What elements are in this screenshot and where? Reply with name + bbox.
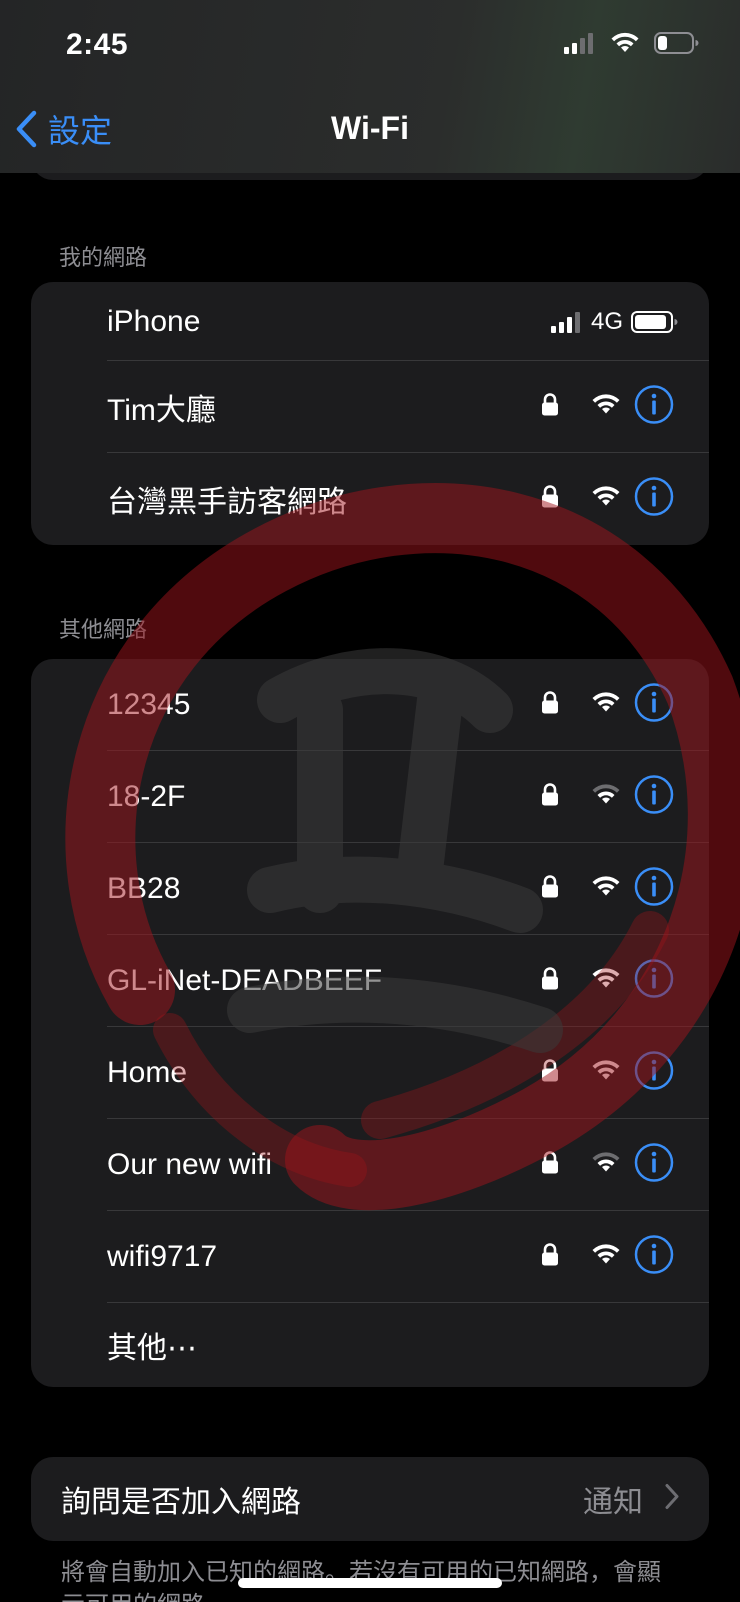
- info-icon[interactable]: [634, 1143, 674, 1188]
- info-icon[interactable]: [634, 385, 674, 430]
- battery-icon: [631, 310, 678, 333]
- network-name: 18-2F: [107, 780, 186, 813]
- network-name: 台灣黑手訪客網路: [107, 486, 347, 519]
- network-row[interactable]: Tim大廳: [31, 361, 709, 453]
- battery-icon: [654, 32, 699, 54]
- network-name: Our new wifi: [107, 1148, 273, 1181]
- cellular-signal-icon: [564, 33, 593, 54]
- network-name: 12345: [107, 688, 191, 721]
- network-row[interactable]: 18-2F: [31, 751, 709, 843]
- wifi-signal-icon: [591, 1060, 621, 1087]
- network-row[interactable]: Our new wifi: [31, 1119, 709, 1211]
- info-icon[interactable]: [634, 1235, 674, 1280]
- network-row[interactable]: 12345: [31, 659, 709, 751]
- other-network-row[interactable]: 其他⋯: [31, 1303, 709, 1387]
- lock-icon: [541, 1151, 559, 1180]
- my-networks-header: 我的網路: [59, 245, 148, 270]
- my-networks-card: iPhone 4G Tim大廳 台灣黑手訪客網路: [31, 282, 709, 545]
- info-icon[interactable]: [634, 477, 674, 522]
- other-network-label: 其他⋯: [107, 1332, 197, 1365]
- network-name: Home: [107, 1056, 188, 1089]
- lock-icon: [541, 393, 559, 422]
- wifi-signal-weak-icon: [591, 784, 621, 811]
- lock-icon: [541, 485, 559, 514]
- wifi-signal-icon: [591, 394, 621, 421]
- home-indicator: [238, 1578, 502, 1588]
- chevron-right-icon: [665, 1484, 679, 1515]
- status-icons: [564, 32, 700, 54]
- network-row[interactable]: BB28: [31, 843, 709, 935]
- wifi-signal-icon: [591, 968, 621, 995]
- navigation-bar: 2:45 設定 Wi-Fi: [0, 0, 740, 173]
- network-row[interactable]: GL-iNet-DEADBEEF: [31, 935, 709, 1027]
- network-name: iPhone: [107, 304, 201, 338]
- status-time: 2:45: [66, 28, 129, 61]
- wifi-signal-icon: [591, 692, 621, 719]
- wifi-status-icon: [611, 32, 639, 52]
- wifi-signal-weak-icon: [591, 1152, 621, 1179]
- lock-icon: [541, 1243, 559, 1272]
- network-name: Tim大廳: [107, 394, 216, 427]
- wifi-signal-icon: [591, 486, 621, 513]
- lock-icon: [541, 783, 559, 812]
- lock-icon: [541, 967, 559, 996]
- network-row-hotspot[interactable]: iPhone 4G: [31, 282, 709, 361]
- page-title: Wi-Fi: [331, 110, 409, 146]
- network-row[interactable]: 台灣黑手訪客網路: [31, 453, 709, 545]
- cell-type: 4G: [590, 307, 623, 335]
- info-icon[interactable]: [634, 683, 674, 728]
- ask-to-join-label: 詢問是否加入網路: [61, 1486, 301, 1519]
- hotspot-meta: 4G: [550, 307, 679, 336]
- info-icon[interactable]: [634, 775, 674, 820]
- cellular-signal-icon: [550, 311, 580, 333]
- network-name: GL-iNet-DEADBEEF: [107, 964, 383, 997]
- other-networks-card: 12345 18-2F BB28 GL-iNet-DEADBEEF Home O…: [31, 659, 709, 1387]
- network-name: wifi9717: [107, 1240, 218, 1273]
- info-icon[interactable]: [634, 1051, 674, 1096]
- info-icon[interactable]: [634, 959, 674, 1004]
- wifi-signal-icon: [591, 876, 621, 903]
- other-networks-header: 其他網路: [59, 617, 148, 642]
- lock-icon: [541, 875, 559, 904]
- lock-icon: [541, 691, 559, 720]
- wifi-signal-icon: [591, 1244, 621, 1271]
- network-name: BB28: [107, 872, 181, 905]
- network-row[interactable]: Home: [31, 1027, 709, 1119]
- ask-to-join-value: 通知: [583, 1486, 643, 1519]
- network-row[interactable]: wifi9717: [31, 1211, 709, 1303]
- lock-icon: [541, 1059, 559, 1088]
- info-icon[interactable]: [634, 867, 674, 912]
- ask-to-join-row[interactable]: 詢問是否加入網路 通知: [31, 1457, 709, 1541]
